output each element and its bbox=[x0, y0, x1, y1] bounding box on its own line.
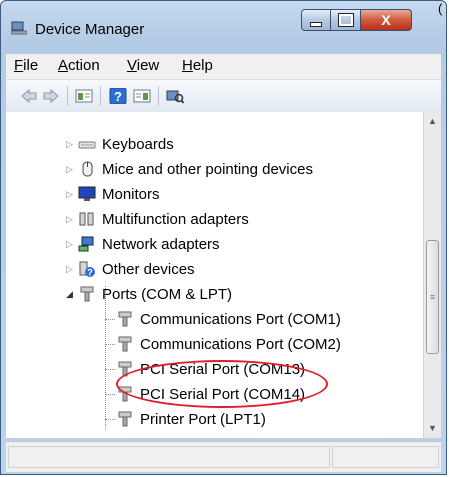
tree-item-label: PCI Serial Port (COM14) bbox=[140, 385, 306, 403]
expand-arrow-icon[interactable]: ▷ bbox=[65, 189, 74, 199]
device-manager-app-icon bbox=[11, 21, 27, 35]
tree-connector bbox=[105, 369, 115, 370]
minimize-button[interactable] bbox=[301, 9, 331, 31]
properties-icon[interactable] bbox=[75, 88, 93, 104]
toolbar-separator bbox=[100, 86, 101, 106]
tree-item-com14[interactable]: PCI Serial Port (COM14) bbox=[116, 382, 305, 406]
tree-connector bbox=[105, 319, 115, 320]
tree-item-label: Other devices bbox=[102, 260, 195, 278]
expand-arrow-icon[interactable]: ▷ bbox=[65, 264, 74, 274]
toolbar: ? bbox=[6, 79, 441, 113]
scrollbar-thumb[interactable]: ≡ bbox=[426, 240, 439, 354]
scroll-up-arrow-icon[interactable]: ▲ bbox=[424, 112, 441, 129]
expand-arrow-icon[interactable]: ▷ bbox=[65, 239, 74, 249]
scroll-down-arrow-icon[interactable]: ▼ bbox=[424, 419, 441, 436]
close-button[interactable]: X bbox=[361, 9, 412, 31]
tree-item-label: Printer Port (LPT1) bbox=[140, 410, 266, 428]
tree-item-com1[interactable]: Communications Port (COM1) bbox=[116, 307, 341, 331]
tree-item-multifunction[interactable]: ▷ Multifunction adapters bbox=[65, 207, 249, 231]
network-icon bbox=[78, 236, 94, 252]
tree-connector bbox=[105, 286, 106, 429]
menu-view[interactable]: View bbox=[127, 57, 159, 74]
collapse-arrow-icon[interactable]: ◢ bbox=[65, 289, 74, 299]
tree-item-label: Multifunction adapters bbox=[102, 210, 249, 228]
device-tree: ▷ Keyboards ▷ Mice and other pointing de… bbox=[6, 112, 423, 438]
maximize-icon bbox=[337, 13, 354, 27]
menu-help[interactable]: Help bbox=[182, 57, 213, 74]
show-hidden-icon[interactable] bbox=[133, 88, 151, 104]
tree-item-mice[interactable]: ▷ Mice and other pointing devices bbox=[65, 157, 313, 181]
tree-item-lpt1[interactable]: Printer Port (LPT1) bbox=[116, 407, 266, 431]
keyboard-icon bbox=[78, 141, 96, 149]
cropped-text-fragment: ( bbox=[438, 1, 443, 16]
tree-item-label: Communications Port (COM2) bbox=[140, 335, 341, 353]
tree-item-label: PCI Serial Port (COM13) bbox=[140, 360, 306, 378]
tree-item-keyboards[interactable]: ▷ Keyboards bbox=[65, 132, 174, 156]
tree-item-label: Communications Port (COM1) bbox=[140, 310, 341, 328]
port-icon bbox=[80, 286, 94, 302]
port-icon bbox=[118, 336, 132, 352]
port-icon bbox=[118, 311, 132, 327]
tree-item-monitors[interactable]: ▷ Monitors bbox=[65, 182, 160, 206]
tree-item-label: Ports (COM & LPT) bbox=[102, 285, 233, 303]
status-bar-pane bbox=[8, 446, 330, 468]
multifunction-icon bbox=[79, 212, 94, 226]
menu-file[interactable]: File bbox=[14, 57, 38, 74]
tree-item-label: Network adapters bbox=[102, 235, 220, 253]
status-bar bbox=[6, 441, 441, 472]
tree-connector bbox=[105, 419, 115, 420]
minimize-icon bbox=[310, 21, 322, 27]
tree-item-label: Keyboards bbox=[102, 135, 174, 153]
tree-item-com13[interactable]: PCI Serial Port (COM13) bbox=[116, 357, 305, 381]
port-icon bbox=[118, 361, 132, 377]
menu-action[interactable]: Action bbox=[58, 57, 100, 74]
svg-text:?: ? bbox=[87, 268, 93, 278]
expand-arrow-icon[interactable]: ▷ bbox=[65, 164, 74, 174]
svg-text:?: ? bbox=[114, 89, 122, 104]
help-icon[interactable]: ? bbox=[109, 88, 127, 104]
maximize-button[interactable] bbox=[331, 9, 361, 31]
tree-item-ports[interactable]: ◢ Ports (COM & LPT) bbox=[65, 282, 232, 306]
close-icon: X bbox=[381, 12, 391, 28]
device-manager-window: Device Manager X ( File Action View Help… bbox=[0, 0, 447, 475]
tree-item-label: Monitors bbox=[102, 185, 160, 203]
status-bar-pane bbox=[332, 446, 439, 468]
expand-arrow-icon[interactable]: ▷ bbox=[65, 214, 74, 224]
tree-connector bbox=[105, 394, 115, 395]
port-icon bbox=[118, 386, 132, 402]
tree-connector bbox=[105, 344, 115, 345]
window-title: Device Manager bbox=[35, 21, 145, 38]
tree-item-other-devices[interactable]: ▷ ? Other devices bbox=[65, 257, 195, 281]
back-arrow-icon[interactable] bbox=[20, 88, 38, 104]
tree-item-com2[interactable]: Communications Port (COM2) bbox=[116, 332, 341, 356]
vertical-scrollbar[interactable]: ▲ ≡ ▼ bbox=[423, 112, 441, 438]
toolbar-separator bbox=[67, 86, 68, 106]
tree-item-label: Mice and other pointing devices bbox=[102, 160, 313, 178]
tree-item-network[interactable]: ▷ Network adapters bbox=[65, 232, 220, 256]
unknown-device-icon: ? bbox=[79, 261, 95, 278]
mouse-icon bbox=[82, 161, 93, 177]
monitor-icon bbox=[78, 186, 96, 201]
scan-hardware-icon[interactable] bbox=[166, 88, 184, 104]
toolbar-separator bbox=[158, 86, 159, 106]
port-icon bbox=[118, 411, 132, 427]
title-bar[interactable]: Device Manager X bbox=[1, 1, 446, 39]
menu-bar: File Action View Help bbox=[6, 54, 441, 79]
expand-arrow-icon[interactable]: ▷ bbox=[65, 139, 74, 149]
forward-arrow-icon[interactable] bbox=[42, 88, 60, 104]
